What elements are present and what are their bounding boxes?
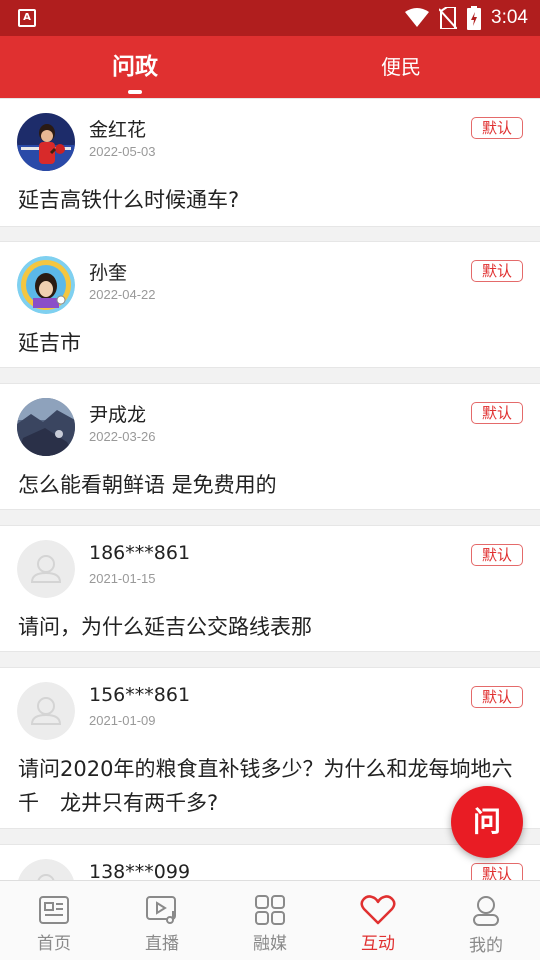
user-name: 156***861 [89, 684, 191, 706]
list-item[interactable]: 孙奎 2022-04-22 默认 延吉市 [0, 241, 540, 368]
active-tab-indicator [128, 90, 142, 94]
tab-wenzheng[interactable]: 问政 [0, 36, 270, 98]
question-text: 延吉市 [18, 331, 81, 355]
status-badge: 默认 [471, 117, 523, 139]
status-bar: A 3:04 [0, 0, 540, 36]
nav-item-interact[interactable]: 互动 [324, 881, 432, 960]
question-text: 请问，为什么延吉公交路线表那 [18, 615, 312, 639]
tab-wenzheng-label: 问政 [112, 54, 158, 80]
nav-label: 融媒 [253, 934, 287, 954]
user-name: 金红花 [89, 119, 147, 141]
user-name: 138***099 [89, 861, 191, 880]
nav-item-media[interactable]: 融媒 [216, 881, 324, 960]
post-date: 2021-01-15 [89, 571, 156, 586]
list-item[interactable]: 186***861 2021-01-15 默认 请问，为什么延吉公交路线表那 [0, 525, 540, 652]
ask-question-button[interactable]: 问 [451, 786, 523, 858]
user-name: 186***861 [89, 542, 191, 564]
status-badge: 默认 [471, 260, 523, 282]
no-sim-icon [439, 7, 458, 29]
status-badge: 默认 [471, 686, 523, 708]
tab-bianmin-label: 便民 [381, 55, 421, 79]
post-date: 2022-04-22 [89, 287, 156, 302]
tab-bianmin[interactable]: 便民 [266, 36, 536, 98]
status-badge: 默认 [471, 402, 523, 424]
grid-icon [255, 895, 285, 925]
list-item[interactable]: 金红花 2022-05-03 默认 延吉高铁什么时候通车? [0, 98, 540, 227]
nav-label: 直播 [145, 934, 179, 954]
list-item[interactable]: 138***099 默认 [0, 844, 540, 880]
battery-charging-icon [467, 6, 482, 30]
live-video-icon [146, 896, 176, 924]
user-name: 尹成龙 [89, 404, 147, 426]
nav-item-home[interactable]: 首页 [0, 881, 108, 960]
status-badge: 默认 [471, 544, 523, 566]
heart-icon [360, 895, 396, 925]
nav-label: 首页 [37, 934, 71, 954]
bottom-nav: 首页 直播 融媒 互动 我的 [0, 880, 540, 960]
default-avatar-icon[interactable] [17, 859, 75, 880]
news-icon [39, 896, 69, 924]
nav-item-mine[interactable]: 我的 [432, 881, 540, 960]
nav-label: 互动 [361, 934, 395, 954]
user-name: 孙奎 [89, 262, 128, 284]
wifi-icon [405, 8, 430, 27]
top-tab-bar: 问政 便民 [0, 36, 540, 98]
nav-label: 我的 [469, 936, 503, 956]
avatar[interactable] [17, 113, 75, 171]
avatar[interactable] [17, 256, 75, 314]
clock: 3:04 [491, 7, 528, 28]
post-date: 2022-03-26 [89, 429, 156, 444]
question-feed[interactable]: 金红花 2022-05-03 默认 延吉高铁什么时候通车? 孙奎 2022-04… [0, 98, 540, 880]
user-icon [473, 896, 499, 926]
default-avatar-icon[interactable] [17, 682, 75, 740]
list-item[interactable]: 尹成龙 2022-03-26 默认 怎么能看朝鲜语 是免费用的 [0, 383, 540, 510]
app-notification-icon: A [18, 9, 36, 27]
question-text: 延吉高铁什么时候通车? [18, 188, 240, 212]
nav-item-live[interactable]: 直播 [108, 881, 216, 960]
default-avatar-icon[interactable] [17, 540, 75, 598]
post-date: 2021-01-09 [89, 713, 156, 728]
question-text: 请问2020年的粮食直补钱多少？为什么和龙每垧地六千 龙井只有两千多? [18, 757, 513, 815]
avatar[interactable] [17, 398, 75, 456]
question-text: 怎么能看朝鲜语 是免费用的 [18, 473, 277, 497]
post-date: 2022-05-03 [89, 144, 156, 159]
status-badge: 默认 [471, 863, 523, 880]
